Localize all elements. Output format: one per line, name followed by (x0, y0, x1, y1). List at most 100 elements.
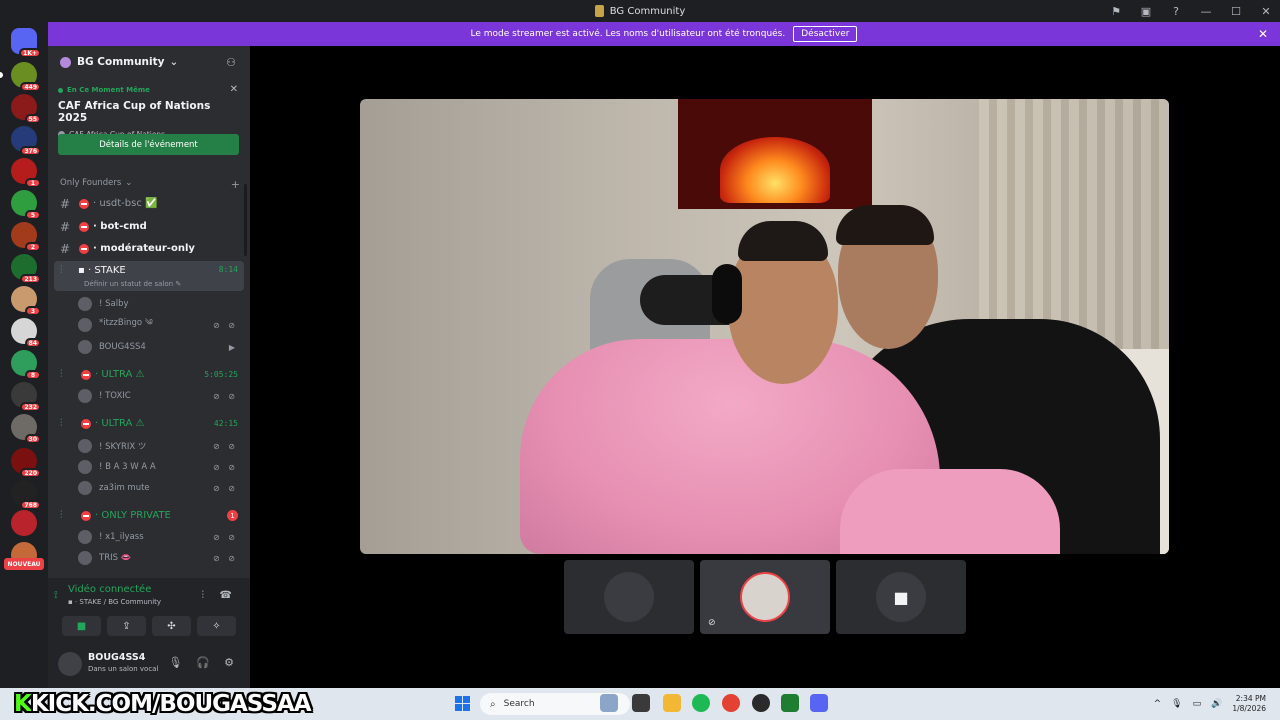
soundboard-button[interactable]: ✧ (197, 616, 236, 636)
channel-bot-cmd[interactable]: # · bot-cmd (54, 216, 244, 237)
help-icon[interactable]: ? (1170, 5, 1182, 18)
discord-icon[interactable] (810, 694, 828, 712)
close-window-button[interactable]: ✕ (1260, 5, 1272, 18)
clock[interactable]: 2:34 PM 1/8/2026 (1232, 694, 1266, 714)
voice-user[interactable]: TRIS 👄 ⊘ ⊘ (78, 549, 242, 567)
deafened-icon: ⊘ ⊘ (213, 391, 238, 401)
server-icon[interactable]: 376 (11, 126, 41, 156)
screen-icon[interactable]: ▣ (1140, 5, 1152, 18)
server-icon[interactable]: 5 (11, 190, 41, 220)
user-avatar[interactable] (58, 652, 82, 676)
badge: 5 (25, 210, 41, 220)
app-icon[interactable] (781, 694, 799, 712)
channel-label: ▪ · STAKE (78, 265, 126, 276)
voice-user[interactable]: BOUG4SS4 ▶ (78, 338, 242, 356)
voice-actions: ■ ⇪ ✣ ✧ (62, 616, 236, 636)
headphones-icon[interactable]: 🎧 (196, 656, 210, 669)
windows-start-icon[interactable] (455, 696, 470, 711)
server-icon[interactable] (11, 510, 37, 536)
voice-status[interactable]: Vidéo connectée (68, 584, 151, 595)
participant-tile-speaking[interactable]: ⊘ (700, 560, 830, 634)
voice-user[interactable]: ! SKYRIX ツ ⊘ ⊘ (78, 437, 242, 455)
voice-user[interactable]: ! x1_ilyass ⊘ ⊘ (78, 528, 242, 546)
person-add-icon[interactable]: ⚇ (226, 56, 236, 69)
voice-channel-only-private[interactable]: ⫶ · ONLY PRIVATE 1 (54, 505, 244, 526)
add-channel-icon[interactable]: + (231, 178, 240, 191)
channel-label: · ULTRA ⚠ (95, 369, 145, 380)
voice-user[interactable]: za3im mute ⊘ ⊘ (78, 479, 242, 497)
volume-icon[interactable]: 🔊 (1211, 699, 1222, 709)
voice-channel-stake[interactable]: ⫶ ▪ · STAKE 8:14 Définir un statut de sa… (54, 261, 244, 291)
voice-user[interactable]: ! TOXIC ⊘ ⊘ (78, 387, 242, 405)
screen-share-button[interactable]: ⇪ (107, 616, 146, 636)
channel-usdt-bsc[interactable]: # · usdt-bsc ✅ (54, 193, 244, 214)
noise-suppression-icon[interactable]: ⫶ (202, 590, 205, 601)
user-status: Dans un salon vocal (88, 665, 159, 673)
server-icon[interactable]: 84 (11, 318, 41, 348)
restricted-icon (79, 221, 89, 232)
voice-timer: 8:14 (218, 265, 238, 274)
server-icon[interactable]: 220 (11, 448, 41, 478)
server-icon[interactable]: 8 (11, 350, 41, 380)
server-icon[interactable]: 1 (11, 158, 41, 188)
server-icon[interactable]: 3 (11, 286, 41, 316)
signal-icon[interactable]: ⟟ (54, 590, 58, 601)
server-icon[interactable]: 768 (11, 480, 41, 510)
server-logo-icon (594, 5, 604, 17)
restricted-icon (81, 510, 91, 521)
voice-channel-ultra[interactable]: ⫶ · ULTRA ⚠ 42:15 (54, 413, 244, 434)
person-left-hair (738, 221, 828, 261)
voice-wave-icon: ⫶ (60, 418, 63, 429)
server-icon[interactable]: 30 (11, 414, 41, 444)
server-icon[interactable]: 449 (0, 62, 41, 92)
channel-status[interactable]: Définir un statut de salon ✎ (84, 280, 181, 288)
sidebar-scrollbar[interactable] (244, 184, 247, 256)
badge: 376 (20, 146, 41, 156)
focused-video[interactable] (360, 99, 1169, 554)
window-title: BG Community (594, 5, 685, 17)
server-icon[interactable]: 55 (11, 94, 41, 124)
gear-icon[interactable]: ⚙ (224, 656, 234, 669)
chrome-icon[interactable] (722, 694, 740, 712)
chevron-up-icon[interactable]: ^ (1154, 699, 1162, 709)
person-right-hair (836, 205, 934, 245)
voice-user[interactable]: ! Salby (78, 295, 242, 313)
channel-moderateur-only[interactable]: # · modérateur-only (54, 238, 244, 259)
disable-streamer-button[interactable]: Désactiver (793, 26, 858, 42)
direct-messages-icon[interactable]: 1K+ (11, 28, 41, 58)
kick-logo: K (14, 691, 32, 717)
deafened-icon: ⊘ ⊘ (213, 320, 238, 330)
close-banner-icon[interactable]: ✕ (1258, 27, 1268, 41)
server-icon[interactable]: 213 (11, 254, 41, 284)
badge: 2 (25, 242, 41, 252)
file-explorer-icon[interactable] (632, 694, 650, 712)
microphone-icon[interactable]: 🎙 (168, 656, 182, 669)
server-icon[interactable]: 2 (11, 222, 41, 252)
voice-user[interactable]: ! B A 3 W A A ⊘ ⊘ (78, 458, 242, 476)
participant-tile[interactable] (564, 560, 694, 634)
avatar (604, 572, 654, 622)
camera-button[interactable]: ■ (62, 616, 101, 636)
server-rail: 1K+ 449 55 376 1 5 2 213 3 84 8 232 30 2… (0, 22, 48, 688)
activities-button[interactable]: ✣ (152, 616, 191, 636)
voice-channel-ultra[interactable]: ⫶ · ULTRA ⚠ 5:05:25 (54, 364, 244, 385)
maximize-button[interactable]: ☐ (1230, 5, 1242, 18)
server-header[interactable]: BG Community ⌄ ⚇ (48, 46, 250, 78)
event-details-button[interactable]: Détails de l'événement (58, 134, 239, 155)
inbox-icon[interactable]: ⚑ (1110, 5, 1122, 18)
folder-icon[interactable] (663, 694, 681, 712)
taskbar-app-icon[interactable] (600, 694, 618, 712)
disconnect-icon[interactable]: ☎ (220, 590, 232, 601)
minimize-button[interactable]: — (1200, 5, 1212, 18)
participant-tile[interactable]: ■ (836, 560, 966, 634)
category-header[interactable]: Only Founders ⌄ + (60, 178, 240, 191)
event-card: En Ce Moment Même CAF Africa Cup of Nati… (48, 78, 250, 160)
microphone-icon[interactable]: 🎙 (1171, 699, 1182, 709)
close-event-icon[interactable]: ✕ (230, 84, 238, 95)
badge: 449 (20, 82, 41, 92)
server-icon[interactable]: 232 (11, 382, 41, 412)
display-icon[interactable]: ▭ (1193, 699, 1202, 709)
steam-icon[interactable] (752, 694, 770, 712)
spotify-icon[interactable] (692, 694, 710, 712)
voice-user[interactable]: *itzzBingo ༄ ⊘ ⊘ (78, 316, 242, 334)
